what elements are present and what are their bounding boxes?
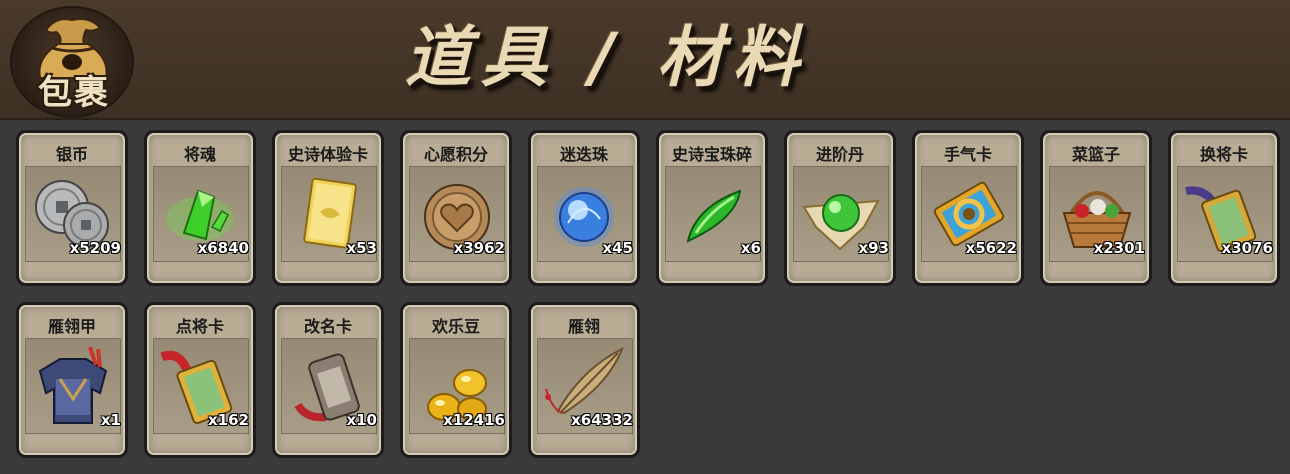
item-name: 雁翎甲 — [47, 317, 96, 336]
item-name: 心愿积分 — [423, 145, 488, 164]
item-name: 手气卡 — [943, 145, 992, 164]
item-card-summon-general-card[interactable]: 点将卡 x162 — [144, 302, 256, 458]
item-name: 史诗体验卡 — [287, 145, 368, 164]
item-count: x93 — [858, 239, 889, 257]
item-count: x6840 — [197, 239, 249, 257]
item-card-epic-orb-fragment[interactable]: 史诗宝珠碎 x6 — [656, 130, 768, 286]
item-card-happy-beans[interactable]: 欢乐豆 x12416 — [400, 302, 512, 458]
item-name: 菜篮子 — [1071, 145, 1120, 164]
item-count: x2301 — [1093, 239, 1145, 257]
item-card-swap-general-card[interactable]: 换将卡 x3076 — [1168, 130, 1280, 286]
item-count: x3076 — [1221, 239, 1273, 257]
item-card-epic-trial-card[interactable]: 史诗体验卡 x53 — [272, 130, 384, 286]
item-count: x45 — [602, 239, 633, 257]
item-name: 进阶丹 — [815, 145, 864, 164]
item-card-wish-points[interactable]: 心愿积分 x3962 — [400, 130, 512, 286]
item-card-rename-card[interactable]: 改名卡 x10 — [272, 302, 384, 458]
item-count: x5622 — [965, 239, 1017, 257]
item-count: x3962 — [453, 239, 505, 257]
item-count: x64332 — [571, 411, 633, 429]
item-name: 改名卡 — [303, 317, 352, 336]
item-card-goose-feather[interactable]: 雁翎 x64332 — [528, 302, 640, 458]
page-title: 道具 / 材料 — [405, 19, 810, 96]
item-card-vegetable-basket[interactable]: 菜篮子 x2301 — [1040, 130, 1152, 286]
item-card-advancement-pill[interactable]: 进阶丹 x93 — [784, 130, 896, 286]
item-card-rosemary-orb[interactable]: 迷迭珠 x45 — [528, 130, 640, 286]
item-count: x10 — [346, 411, 377, 429]
item-name: 银币 — [55, 145, 88, 164]
item-count: x162 — [208, 411, 249, 429]
item-name: 雁翎 — [567, 317, 600, 336]
item-count: x53 — [346, 239, 377, 257]
item-count: x12416 — [443, 411, 505, 429]
item-name: 史诗宝珠碎 — [671, 145, 752, 164]
bag-button[interactable]: 包裹 — [10, 6, 134, 118]
item-count: x5209 — [69, 239, 121, 257]
item-name: 将魂 — [183, 145, 216, 164]
item-name: 点将卡 — [175, 317, 224, 336]
header-bar: 包裹 道具 / 材料 — [0, 0, 1290, 120]
item-card-general-soul[interactable]: 将魂 x6840 — [144, 130, 256, 286]
item-name: 迷迭珠 — [559, 145, 608, 164]
item-card-luck-card[interactable]: 手气卡 x5622 — [912, 130, 1024, 286]
item-card-feather-armor[interactable]: 雁翎甲 x1 — [16, 302, 128, 458]
item-count: x6 — [740, 239, 761, 257]
item-count: x1 — [100, 411, 121, 429]
bag-label: 包裹 — [38, 73, 110, 113]
item-name: 换将卡 — [1199, 145, 1248, 164]
item-card-silver-coins[interactable]: 银币 x5209 — [16, 130, 128, 286]
item-name: 欢乐豆 — [431, 317, 480, 336]
